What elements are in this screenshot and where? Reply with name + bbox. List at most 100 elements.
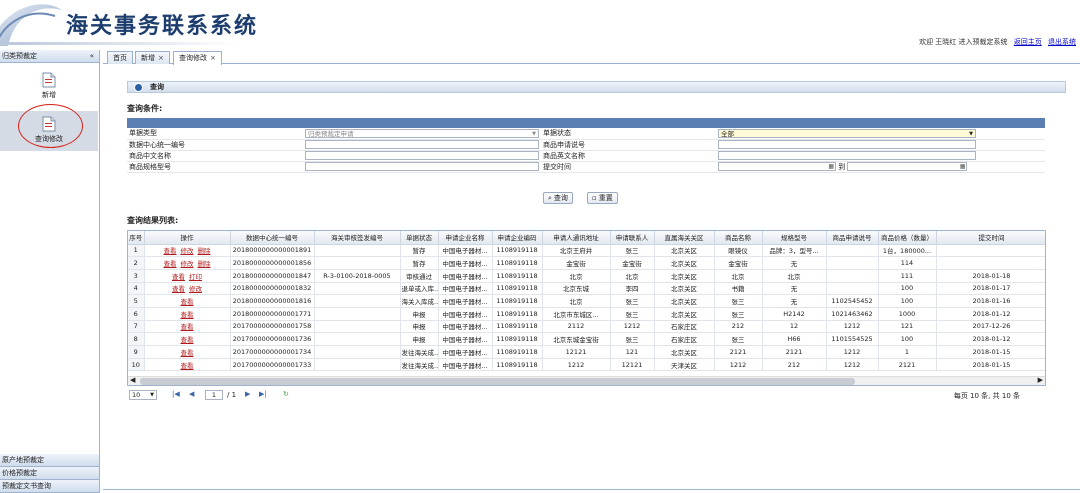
search-icon: ⌕: [548, 194, 552, 202]
cell-name: 北京: [714, 269, 763, 283]
scroll-left-icon[interactable]: ◀: [130, 376, 135, 384]
cell-name: 2121: [714, 345, 763, 359]
scroll-right-icon[interactable]: ▶: [1038, 376, 1043, 384]
collapse-icon[interactable]: «: [90, 50, 94, 63]
cell-contact: 121: [610, 345, 655, 359]
end-date-input[interactable]: ▦: [847, 162, 968, 171]
panel-icon: [134, 83, 143, 92]
close-icon[interactable]: ×: [158, 54, 164, 62]
page-number-input[interactable]: 1: [205, 390, 223, 400]
table-row[interactable]: 8 查看 2017000000000001736 申报 中国电子器材... 1108919…: [128, 332, 1045, 346]
row-action-link[interactable]: 删除: [198, 260, 211, 268]
sidebar-section-price[interactable]: 价格预裁定: [0, 467, 99, 480]
close-icon[interactable]: ×: [210, 54, 216, 62]
total-pages: / 1: [227, 391, 237, 399]
cell-data-no: 2017000000000001736: [230, 332, 315, 346]
refresh-icon[interactable]: ↻: [283, 390, 289, 398]
cell-apply-no: 1212: [826, 320, 879, 334]
search-button[interactable]: ⌕ 查询: [543, 192, 573, 204]
sidebar-section-header[interactable]: 归类预裁定 «: [0, 50, 99, 63]
tab-label: 新增: [141, 54, 155, 62]
spec-input[interactable]: [305, 162, 539, 171]
cell-spec: 212: [762, 358, 827, 372]
query-section-title: 查询条件:: [127, 104, 163, 113]
doc-type-label: 单据类型: [127, 128, 303, 140]
table-row[interactable]: 3 查看 打印 2018000000000001847 R-3-0100-2018-00…: [128, 269, 1045, 283]
row-action-link[interactable]: 修改: [181, 247, 194, 255]
cell-data-no: 2017000000000001758: [230, 320, 315, 334]
row-action-link[interactable]: 查看: [181, 323, 194, 331]
row-action-link[interactable]: 查看: [181, 349, 194, 357]
table-row[interactable]: 7 查看 2017000000000001758 申报 中国电子器材... 1108919…: [128, 320, 1045, 334]
start-date-input[interactable]: ▦: [718, 162, 836, 171]
reset-button[interactable]: ▫ 重置: [587, 192, 618, 204]
cell-apply-no: 1102545452: [826, 294, 879, 308]
horizontal-scrollbar[interactable]: ◀ ▶: [128, 376, 1045, 385]
query-header-bar: [127, 118, 1045, 128]
tab-home[interactable]: 首页: [107, 51, 133, 64]
scroll-thumb[interactable]: [140, 378, 855, 385]
sidebar-item-new[interactable]: 新增: [0, 67, 98, 107]
logout-link[interactable]: 退出系统: [1048, 38, 1076, 46]
row-action-link[interactable]: 查看: [181, 362, 194, 370]
cell-data-no: 2018000000000001816: [230, 294, 315, 308]
sidebar-section-docs[interactable]: 预裁定文书查询: [0, 480, 99, 493]
row-action-link[interactable]: 打印: [189, 273, 202, 281]
tab-new[interactable]: 新增 ×: [135, 51, 170, 64]
last-page-icon[interactable]: ▶|: [259, 390, 267, 398]
cell-no: 6: [128, 307, 145, 321]
table-row[interactable]: 1 查看 修改 删除 2018000000000001891 暂存 中国电子器材... 110…: [128, 244, 1045, 258]
data-no-input[interactable]: [305, 140, 539, 149]
sidebar-section-origin[interactable]: 原产地预裁定: [0, 454, 99, 467]
tab-query-edit[interactable]: 查询修改 ×: [173, 51, 222, 65]
logo-swoosh-icon: [0, 4, 62, 46]
cell-contact: 金宝街: [610, 256, 655, 270]
column-header: 商品申请说号: [826, 231, 879, 245]
page-size-select[interactable]: 10 ▼: [129, 390, 157, 400]
calendar-icon[interactable]: ▦: [960, 163, 966, 170]
cell-apply-no: [826, 244, 879, 258]
submit-time-label: 提交时间: [541, 161, 716, 173]
home-link[interactable]: 返回主页: [1014, 38, 1042, 46]
cell-district: 石家庄区: [654, 332, 715, 346]
cell-data-no: 2017000000000001733: [230, 358, 315, 372]
column-header: 申请企业名称: [438, 231, 493, 245]
table-row[interactable]: 10 查看 2017000000000001733 发往海关成... 中国电子器材...…: [128, 358, 1045, 372]
next-page-icon[interactable]: ▶: [245, 390, 250, 398]
welcome-bar: 欢迎 王晓红 进入预裁定系统 返回主页 退出系统: [919, 37, 1076, 47]
first-page-icon[interactable]: |◀: [172, 390, 180, 398]
status-value: 全部: [721, 129, 734, 138]
table-row[interactable]: 4 查看 修改 2018000000000001832 退单或入库... 中国电子器材..…: [128, 282, 1045, 296]
table-row[interactable]: 2 查看 修改 删除 2018000000000001856 暂存 中国电子器材... 110…: [128, 256, 1045, 270]
apply-no-input[interactable]: [718, 140, 976, 149]
row-action-link[interactable]: 查看: [181, 336, 194, 344]
column-header: 单据状态: [400, 231, 439, 245]
cell-data-no: 2017000000000001734: [230, 345, 315, 359]
cell-district: 北京关区: [654, 269, 715, 283]
row-action-link[interactable]: 查看: [164, 247, 177, 255]
row-action-link[interactable]: 查看: [181, 298, 194, 306]
cell-district: 天津关区: [654, 358, 715, 372]
cn-name-input[interactable]: [305, 151, 539, 160]
cell-company: 中国电子器材...: [438, 282, 493, 296]
row-action-link[interactable]: 查看: [172, 285, 185, 293]
calendar-icon[interactable]: ▦: [828, 163, 834, 170]
en-name-input[interactable]: [718, 151, 976, 160]
status-select[interactable]: 全部 ▼: [718, 128, 976, 138]
tab-label: 首页: [113, 54, 127, 62]
row-action-link[interactable]: 查看: [172, 273, 185, 281]
table-row[interactable]: 5 查看 2018000000000001816 海关入库成... 中国电子器材... 1…: [128, 294, 1045, 308]
prev-page-icon[interactable]: ◀: [189, 390, 194, 398]
doc-type-select[interactable]: 归类预裁定申请 ▼: [305, 128, 539, 138]
cell-no: 9: [128, 345, 145, 359]
cell-spec: 12: [762, 320, 827, 334]
row-action-link[interactable]: 查看: [164, 260, 177, 268]
row-action-link[interactable]: 删除: [198, 247, 211, 255]
table-header: 序号 操作 数据中心统一编号 海关审核签发编号 单据状态 申请企业名称 申请企业编码 申请人通…: [128, 231, 1045, 245]
row-action-link[interactable]: 修改: [189, 285, 202, 293]
cell-customs-no: [314, 358, 401, 372]
row-action-link[interactable]: 查看: [181, 311, 194, 319]
row-action-link[interactable]: 修改: [181, 260, 194, 268]
table-row[interactable]: 6 查看 2018000000000001771 申报 中国电子器材... 1108919…: [128, 307, 1045, 321]
table-row[interactable]: 9 查看 2017000000000001734 发往海关成... 中国电子器材... 1…: [128, 345, 1045, 359]
